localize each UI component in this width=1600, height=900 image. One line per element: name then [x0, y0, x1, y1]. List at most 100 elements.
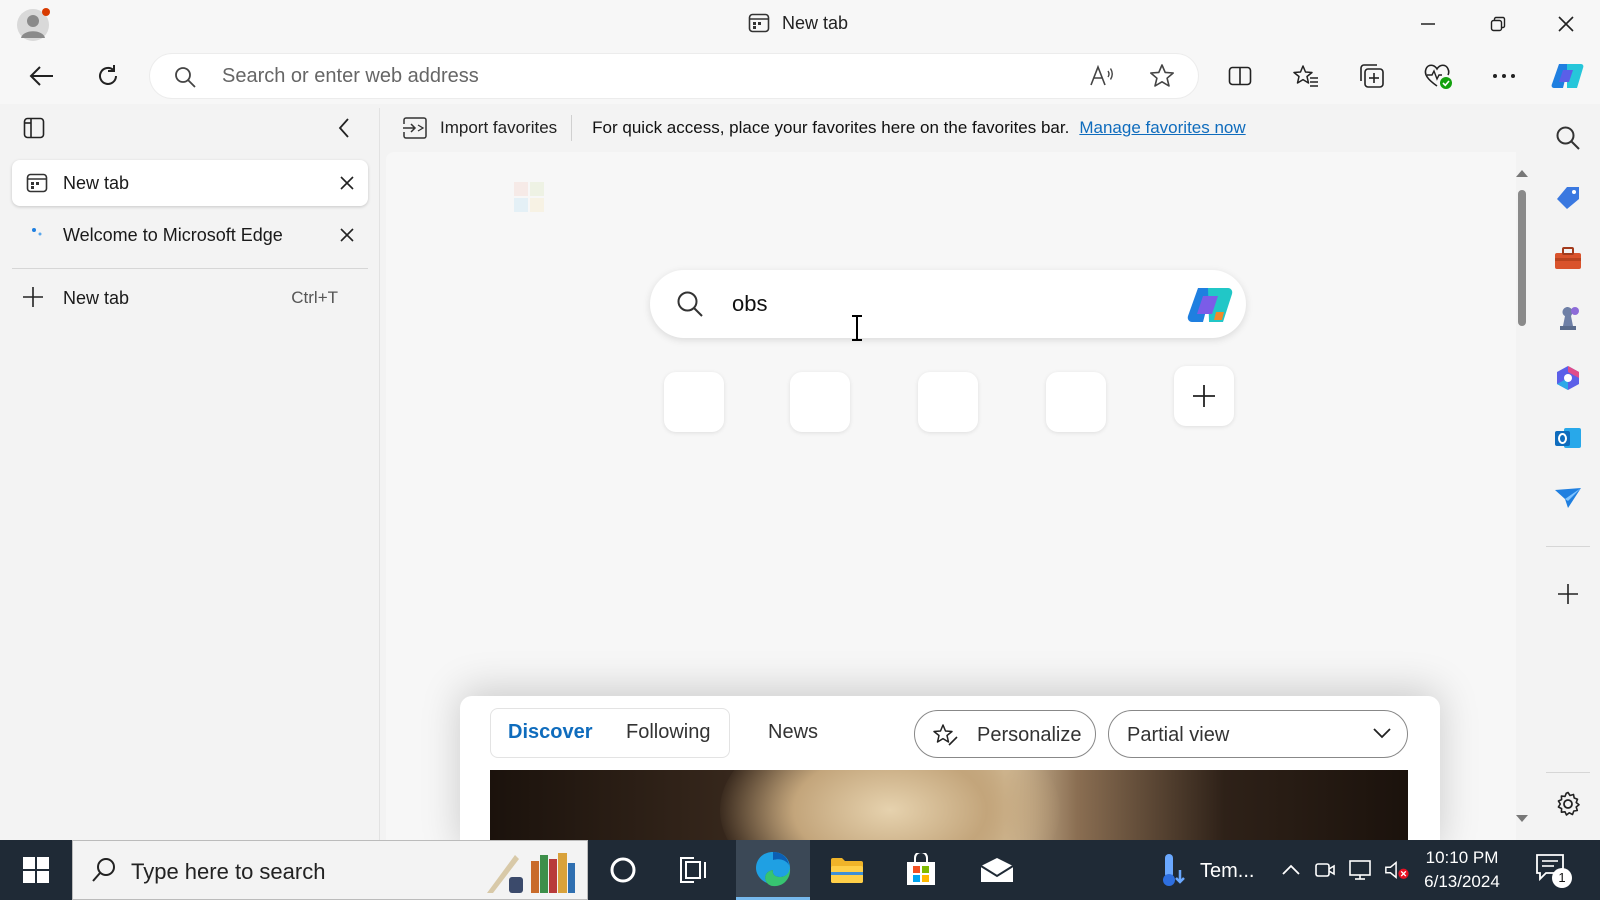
split-screen-icon [1228, 66, 1252, 86]
new-tab-page: obs Discover Following News Personalize … [386, 152, 1516, 840]
clock[interactable]: 10:10 PM 6/13/2024 [1412, 846, 1512, 894]
notification-center-button[interactable]: 1 [1534, 852, 1574, 888]
scroll-up-icon[interactable] [1515, 168, 1529, 178]
star-icon [1150, 64, 1174, 87]
quick-link-tile[interactable] [790, 372, 850, 432]
import-favorites-button[interactable]: Import favorites [386, 116, 571, 140]
sidebar-tools-button[interactable] [1550, 240, 1586, 276]
scrollbar-thumb[interactable] [1518, 190, 1526, 326]
address-bar[interactable] [150, 54, 1198, 98]
tab-following[interactable]: Following [626, 721, 710, 744]
vertical-tabs-pane: New tab Welcome to Microsoft Edge New ta… [0, 108, 380, 840]
new-tab-icon [26, 173, 48, 193]
microsoft-store-button[interactable] [884, 840, 958, 900]
notification-dot [42, 8, 50, 16]
cortana-button[interactable] [586, 840, 660, 900]
sidebar-outlook-button[interactable] [1550, 420, 1586, 456]
new-tab-icon [748, 13, 770, 33]
tab-discover[interactable]: Discover [508, 721, 593, 744]
layout-view-select[interactable]: Partial view [1108, 710, 1408, 758]
collections-button[interactable] [1352, 56, 1392, 96]
weather-label: Tem... [1200, 860, 1255, 882]
loading-icon [32, 228, 42, 236]
start-button[interactable] [0, 840, 72, 900]
feed-hero-image[interactable] [490, 770, 1408, 840]
favorites-bar: Import favorites For quick access, place… [386, 108, 1534, 148]
back-button[interactable] [22, 56, 62, 96]
edge-sidebar [1536, 108, 1600, 840]
more-icon [1493, 74, 1515, 78]
task-view-icon [680, 857, 706, 883]
refresh-icon [99, 65, 117, 85]
manage-favorites-link[interactable]: Manage favorites now [1079, 118, 1245, 138]
folder-icon [831, 858, 863, 883]
web-search-box[interactable]: obs [650, 270, 1246, 338]
chevron-up-icon [1282, 864, 1300, 875]
personalize-button[interactable]: Personalize [914, 710, 1096, 758]
shopping-tag-icon [1557, 187, 1579, 209]
search-query[interactable]: obs [732, 291, 767, 317]
plus-icon [1193, 385, 1215, 407]
plus-icon [23, 287, 43, 307]
new-tab-label: New tab [63, 288, 130, 308]
sidebar-office-button[interactable] [1550, 360, 1586, 396]
sidebar-drop-button[interactable] [1550, 480, 1586, 516]
taskbar-edge-button[interactable] [736, 840, 810, 900]
profile-avatar[interactable] [16, 8, 50, 42]
close-icon [340, 176, 354, 190]
quick-link-tile[interactable] [1046, 372, 1106, 432]
sidebar-games-button[interactable] [1550, 300, 1586, 336]
minimize-button[interactable] [1408, 8, 1448, 40]
file-explorer-button[interactable] [810, 840, 884, 900]
copilot-button[interactable] [1548, 56, 1588, 96]
browser-essentials-button[interactable] [1418, 56, 1458, 96]
favorites-icon [1293, 65, 1318, 87]
window-title: New tab [748, 12, 848, 34]
quick-link-tile[interactable] [918, 372, 978, 432]
sidebar-search-button[interactable] [1550, 120, 1586, 156]
volume-button[interactable] [1384, 858, 1410, 882]
favorites-button[interactable] [1286, 56, 1326, 96]
tab-actions-button[interactable] [18, 112, 50, 144]
add-quick-link-button[interactable] [1174, 366, 1234, 426]
close-window-button[interactable] [1546, 8, 1586, 40]
address-input[interactable] [222, 62, 1022, 90]
add-favorite-button[interactable] [1146, 62, 1178, 90]
window-title-text: New tab [782, 12, 849, 33]
sidebar-add-button[interactable] [1550, 576, 1586, 612]
copilot-search-button[interactable] [1186, 282, 1234, 328]
tab-news[interactable]: News [768, 721, 818, 744]
taskbar-search-box[interactable]: Type here to search [72, 840, 588, 900]
show-hidden-icons-button[interactable] [1278, 858, 1304, 882]
scroll-down-icon[interactable] [1515, 814, 1529, 824]
collapse-pane-button[interactable] [328, 112, 360, 144]
import-favorites-label: Import favorites [440, 118, 558, 137]
close-icon [1558, 16, 1574, 32]
close-tab-button[interactable] [334, 170, 360, 196]
gear-icon [1557, 791, 1580, 816]
vertical-tab-welcome[interactable]: Welcome to Microsoft Edge [12, 212, 368, 258]
quick-link-tile[interactable] [664, 372, 724, 432]
refresh-button[interactable] [88, 56, 128, 96]
network-button[interactable] [1348, 858, 1374, 882]
close-tab-button[interactable] [334, 222, 360, 248]
read-aloud-button[interactable] [1086, 62, 1118, 90]
split-screen-button[interactable] [1220, 56, 1260, 96]
weather-widget[interactable]: Tem... [1152, 840, 1262, 900]
restore-button[interactable] [1478, 8, 1518, 40]
divider [1546, 772, 1590, 773]
new-tab-button[interactable]: New tab Ctrl+T [12, 276, 368, 320]
windows-logo-icon [23, 857, 49, 883]
divider [1546, 546, 1590, 547]
volume-muted-icon [1385, 860, 1409, 880]
sidebar-settings-button[interactable] [1550, 786, 1586, 822]
mail-button[interactable] [960, 840, 1034, 900]
page-scrollbar[interactable] [1512, 164, 1532, 824]
camera-icon [1315, 863, 1335, 877]
favorites-hint: For quick access, place your favorites h… [592, 118, 1070, 137]
task-view-button[interactable] [658, 840, 732, 900]
vertical-tab-new-tab[interactable]: New tab [12, 160, 368, 206]
sidebar-shopping-button[interactable] [1550, 180, 1586, 216]
meet-now-button[interactable] [1312, 858, 1338, 882]
settings-more-button[interactable] [1484, 56, 1524, 96]
